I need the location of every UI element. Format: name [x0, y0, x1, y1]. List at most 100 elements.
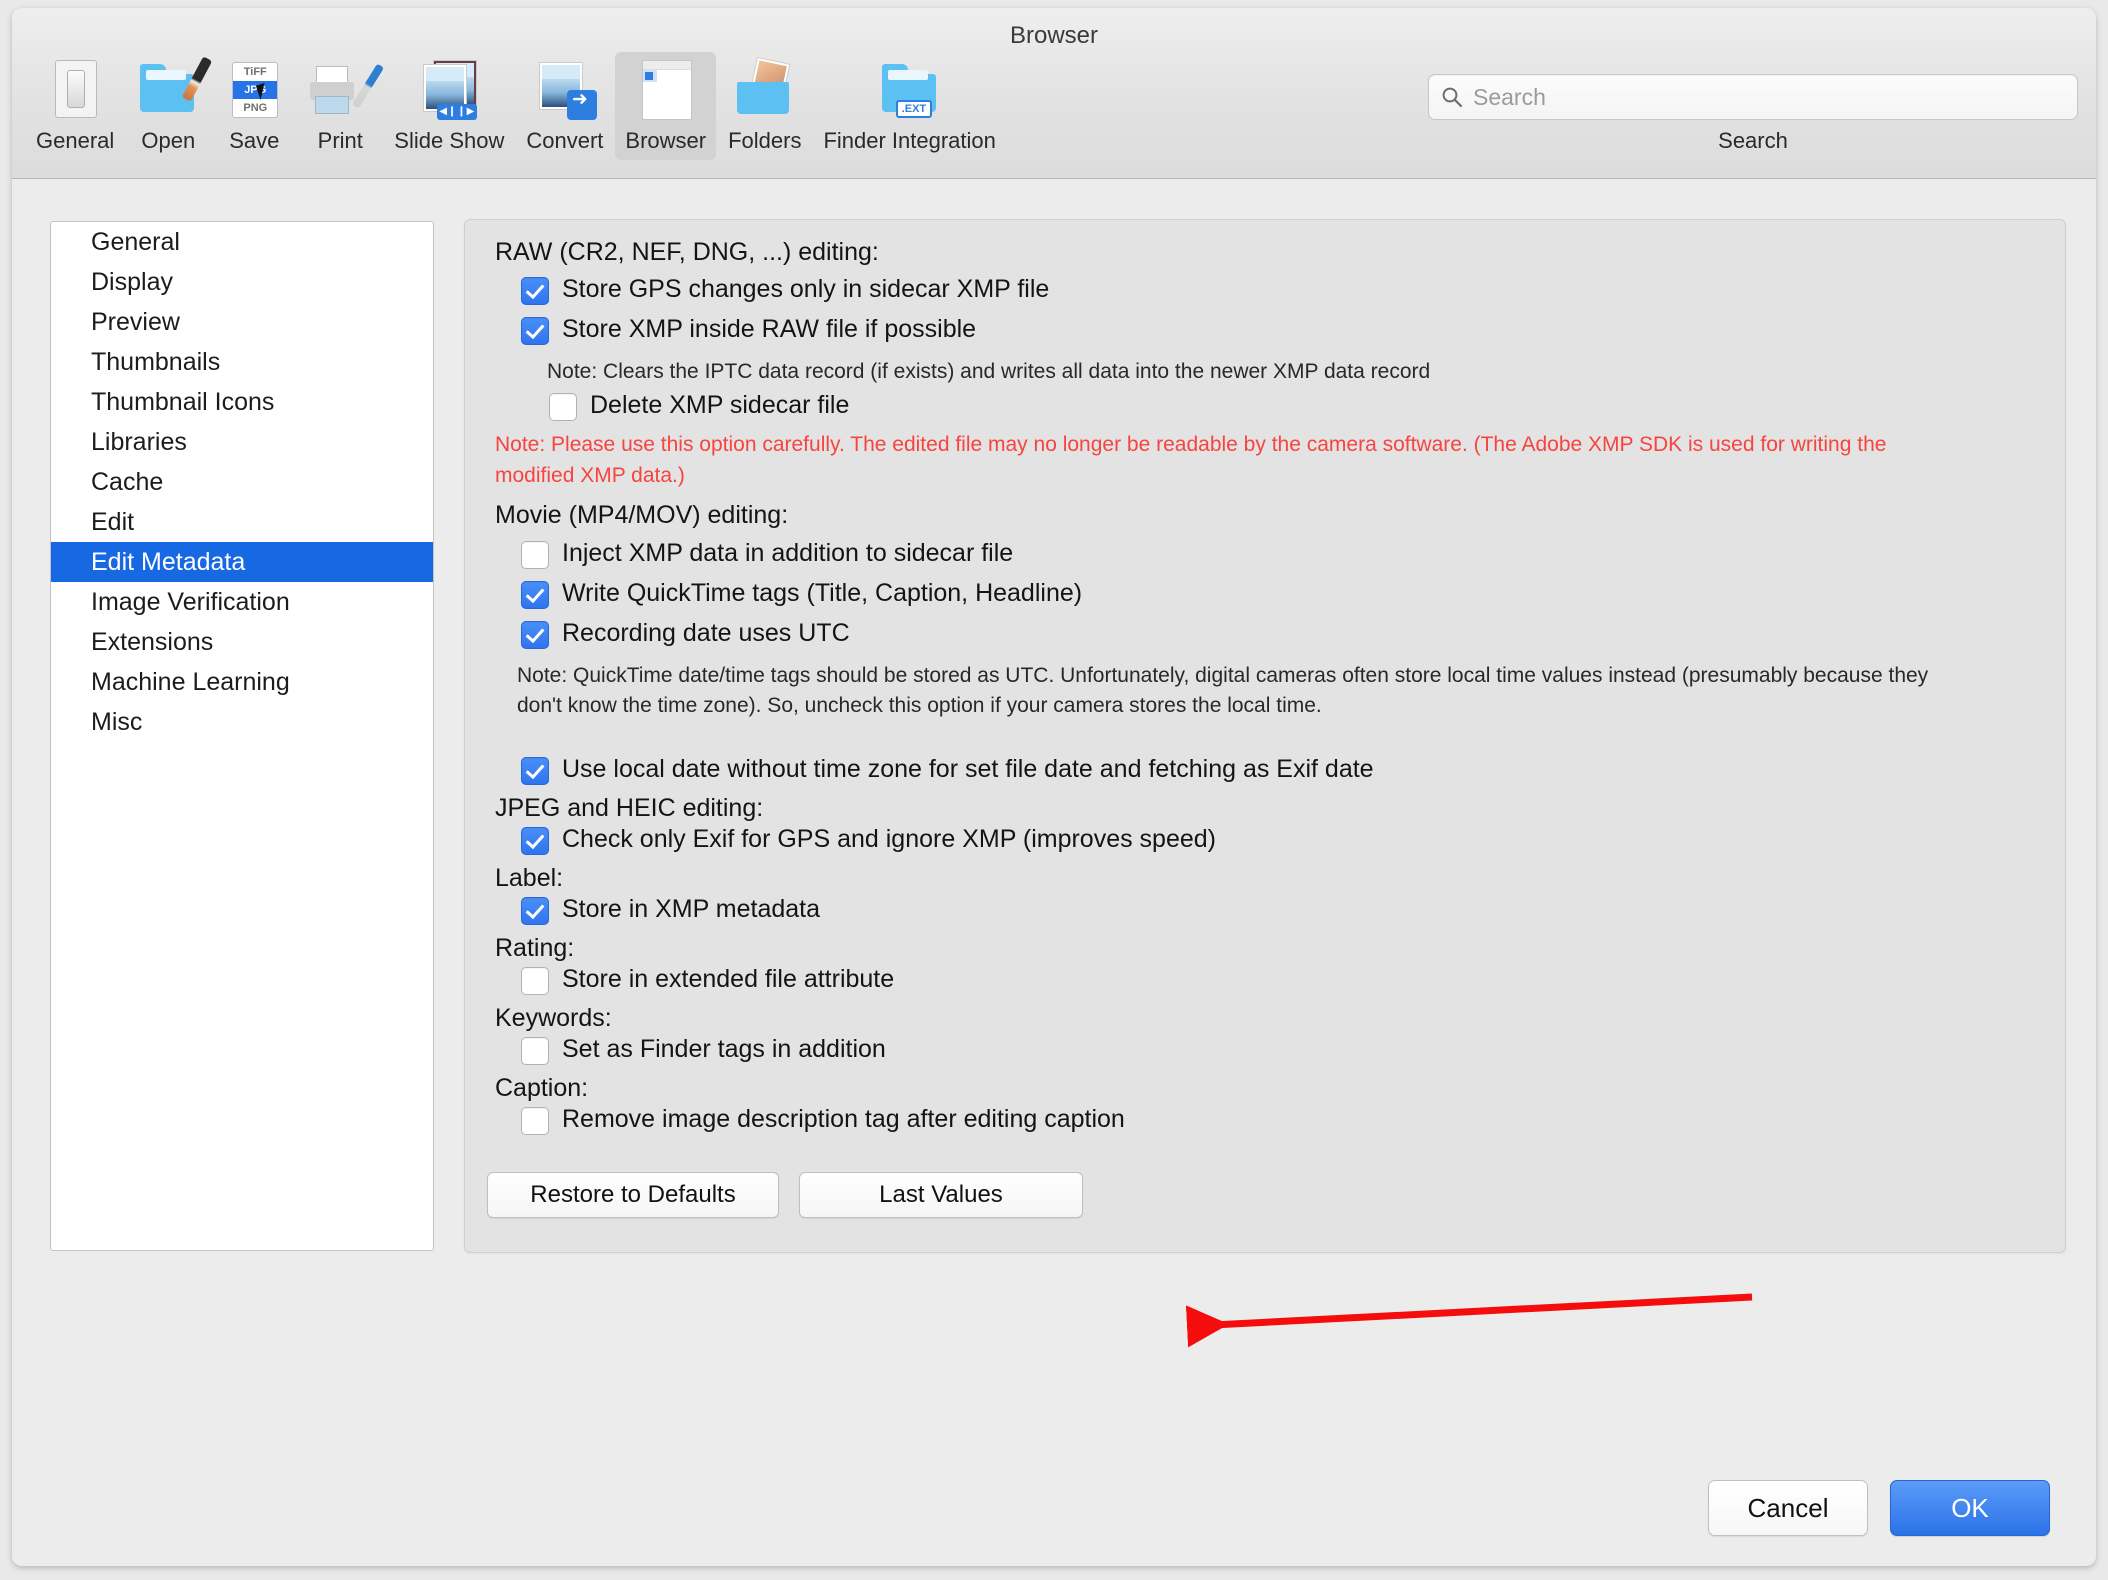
checkbox-row-remove-desc[interactable]: Remove image description tag after editi…: [521, 1104, 1125, 1135]
movie-editing-heading: Movie (MP4/MOV) editing:: [495, 501, 789, 529]
sidebar-item-thumbnails[interactable]: Thumbnails: [51, 342, 433, 382]
finder-ext-icon: .EXT: [878, 58, 942, 122]
toolbar-label-finder-integration: Finder Integration: [823, 128, 996, 153]
sidebar-item-extensions[interactable]: Extensions: [51, 622, 433, 662]
checkbox-row-store-gps[interactable]: Store GPS changes only in sidecar XMP fi…: [521, 274, 1049, 305]
checkbox-row-store-xattr[interactable]: Store in extended file attribute: [521, 964, 894, 995]
label-check-exif-gps: Check only Exif for GPS and ignore XMP (…: [562, 825, 1216, 853]
label-heading: Label:: [495, 864, 564, 892]
checkbox-row-recording-utc[interactable]: Recording date uses UTC: [521, 618, 850, 649]
checkbox-remove-desc[interactable]: [521, 1107, 549, 1135]
toolbar-label-convert: Convert: [526, 128, 604, 153]
sidebar-item-preview[interactable]: Preview: [51, 302, 433, 342]
raw-editing-heading: RAW (CR2, NEF, DNG, ...) editing:: [495, 238, 879, 266]
dialog-buttons: Cancel OK: [1686, 1480, 2050, 1536]
toolbar-items: General Open TiFF JPG PNG Save Print ◀❙❙…: [26, 52, 1008, 160]
printer-icon: [308, 58, 385, 122]
convert-icon: [533, 58, 597, 122]
sidebar-item-cache[interactable]: Cache: [51, 462, 433, 502]
sidebar-item-general[interactable]: General: [51, 222, 433, 262]
toolbar-label-save: Save: [229, 128, 280, 153]
last-values-button[interactable]: Last Values: [799, 1172, 1083, 1218]
checkbox-local-date[interactable]: [521, 757, 549, 785]
checkbox-row-finder-tags[interactable]: Set as Finder tags in addition: [521, 1034, 886, 1065]
label-finder-tags: Set as Finder tags in addition: [562, 1035, 886, 1063]
ok-button[interactable]: OK: [1890, 1480, 2050, 1536]
checkbox-store-xmp-raw[interactable]: [521, 317, 549, 345]
label-quicktime-tags: Write QuickTime tags (Title, Caption, He…: [562, 579, 1083, 607]
toolbar-item-open[interactable]: Open: [126, 52, 213, 160]
jpeg-heic-heading: JPEG and HEIC editing:: [495, 794, 764, 822]
search-input[interactable]: Search: [1428, 74, 2078, 120]
checkbox-inject-xmp[interactable]: [521, 541, 549, 569]
format-jpg: JPG: [233, 81, 278, 99]
toolbar-item-save[interactable]: TiFF JPG PNG Save: [212, 52, 296, 160]
checkbox-row-delete-sidecar[interactable]: Delete XMP sidecar file: [549, 390, 849, 421]
sidebar-item-edit[interactable]: Edit: [51, 502, 433, 542]
checkbox-delete-sidecar[interactable]: [549, 393, 577, 421]
toolbar-label-print: Print: [317, 128, 363, 153]
format-png: PNG: [243, 102, 268, 114]
checkbox-row-inject-xmp[interactable]: Inject XMP data in addition to sidecar f…: [521, 538, 1013, 569]
restore-defaults-button[interactable]: Restore to Defaults: [487, 1172, 779, 1218]
checkbox-quicktime-tags[interactable]: [521, 581, 549, 609]
search-placeholder: Search: [1473, 83, 1546, 110]
search-caption: Search: [1718, 128, 1788, 153]
checkbox-store-xmp-meta[interactable]: [521, 897, 549, 925]
toolbar-label-browser: Browser: [625, 128, 707, 153]
label-delete-sidecar: Delete XMP sidecar file: [590, 391, 850, 419]
sidebar-item-edit-metadata[interactable]: Edit Metadata: [51, 542, 433, 582]
search-icon: [1442, 87, 1463, 108]
window-title: Browser: [1009, 22, 1099, 49]
slideshow-icon: ◀❙❙▶: [417, 58, 481, 122]
format-tiff: TiFF: [243, 66, 267, 78]
toolbar-item-browser[interactable]: Browser: [615, 52, 717, 160]
toolbar-label-general: General: [36, 128, 115, 153]
settings-panel: RAW (CR2, NEF, DNG, ...) editing: Store …: [464, 219, 2066, 1253]
checkbox-check-exif-gps[interactable]: [521, 827, 549, 855]
rating-heading: Rating:: [495, 934, 575, 962]
settings-sidebar[interactable]: General Display Preview Thumbnails Thumb…: [50, 221, 434, 1251]
keywords-heading: Keywords:: [495, 1004, 612, 1032]
toolbar-item-folders[interactable]: Folders: [718, 52, 811, 160]
checkbox-store-gps[interactable]: [521, 277, 549, 305]
switch-icon: [43, 58, 107, 122]
checkbox-row-check-exif-gps[interactable]: Check only Exif for GPS and ignore XMP (…: [521, 824, 1216, 855]
toolbar-item-print[interactable]: Print: [298, 52, 385, 160]
checkbox-row-store-xmp-meta[interactable]: Store in XMP metadata: [521, 894, 820, 925]
note-quicktime: Note: QuickTime date/time tags should be…: [517, 664, 1929, 717]
checkbox-store-xattr[interactable]: [521, 967, 549, 995]
checkbox-finder-tags[interactable]: [521, 1037, 549, 1065]
checkbox-recording-utc[interactable]: [521, 621, 549, 649]
file-formats-icon: TiFF JPG PNG: [222, 58, 286, 122]
ext-badge: .EXT: [895, 100, 933, 118]
note-red-warning: Note: Please use this option carefully. …: [495, 433, 1887, 487]
sidebar-item-display[interactable]: Display: [51, 262, 433, 302]
label-store-xmp-meta: Store in XMP metadata: [562, 895, 821, 923]
toolbar-item-slideshow[interactable]: ◀❙❙▶ Slide Show: [384, 52, 514, 160]
sidebar-item-libraries[interactable]: Libraries: [51, 422, 433, 462]
checkbox-row-store-xmp-raw[interactable]: Store XMP inside RAW file if possible: [521, 314, 976, 345]
toolbar-item-convert[interactable]: Convert: [516, 52, 613, 160]
label-recording-utc: Recording date uses UTC: [562, 619, 850, 647]
label-store-gps: Store GPS changes only in sidecar XMP fi…: [562, 275, 1050, 303]
toolbar-item-general[interactable]: General: [26, 52, 124, 160]
folder-brush-icon: [136, 56, 213, 122]
label-remove-desc: Remove image description tag after editi…: [562, 1105, 1125, 1133]
sidebar-item-thumbnail-icons[interactable]: Thumbnail Icons: [51, 382, 433, 422]
preferences-window: Browser General Open TiFF JPG PNG Save P…: [12, 8, 2096, 1566]
label-local-date: Use local date without time zone for set…: [562, 755, 1374, 783]
sidebar-item-machine-learning[interactable]: Machine Learning: [51, 662, 433, 702]
toolbar-item-finder-integration[interactable]: .EXT Finder Integration: [813, 52, 1005, 160]
sidebar-item-image-verification[interactable]: Image Verification: [51, 582, 433, 622]
toolbar-label-slideshow: Slide Show: [394, 128, 505, 153]
caption-heading: Caption:: [495, 1074, 589, 1102]
browser-window-icon: [634, 58, 698, 122]
checkbox-row-local-date[interactable]: Use local date without time zone for set…: [521, 754, 1374, 785]
checkbox-row-quicktime-tags[interactable]: Write QuickTime tags (Title, Caption, He…: [521, 578, 1082, 609]
toolbar-label-open: Open: [141, 128, 196, 153]
cancel-button[interactable]: Cancel: [1708, 1480, 1868, 1536]
sidebar-item-misc[interactable]: Misc: [51, 702, 433, 742]
content-area: General Display Preview Thumbnails Thumb…: [12, 179, 2096, 1566]
note-iptc: Note: Clears the IPTC data record (if ex…: [547, 360, 1431, 383]
